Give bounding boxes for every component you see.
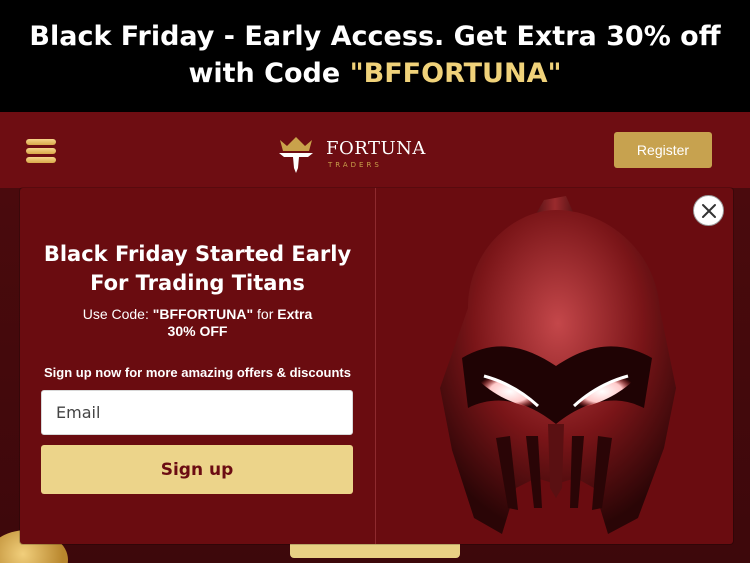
signup-note: Sign up now for more amazing offers & di… <box>44 365 351 380</box>
signup-modal: Black Friday Started Early For Trading T… <box>20 188 733 544</box>
logo-subtitle: TRADERS <box>328 161 382 169</box>
modal-title-line2: For Trading Titans <box>90 271 305 295</box>
modal-form-panel: Black Friday Started Early For Trading T… <box>20 188 375 544</box>
promo-code: "BFFORTUNA" <box>349 58 562 89</box>
promo-banner: Black Friday - Early Access. Get Extra 3… <box>0 0 750 112</box>
register-button[interactable]: Register <box>614 132 712 168</box>
fortuna-logo[interactable]: FORTUNA TRADERS <box>276 134 426 174</box>
email-field[interactable] <box>41 390 353 435</box>
modal-title: Black Friday Started Early For Trading T… <box>20 240 375 298</box>
promo-code-line: Use Code: "BFFORTUNA" for Extra 30% OFF <box>70 306 325 340</box>
code-prefix: Use Code: <box>82 306 153 322</box>
close-icon <box>701 203 716 218</box>
modal-image-panel <box>376 188 733 544</box>
logo-name: FORTUNA <box>326 138 426 159</box>
spartan-helmet-image <box>440 196 676 534</box>
code-mid: for <box>253 306 278 322</box>
site-header: FORTUNA TRADERS Register <box>0 112 750 188</box>
code-value: "BFFORTUNA" <box>152 306 254 322</box>
signup-button[interactable]: Sign up <box>41 445 353 494</box>
hamburger-icon[interactable] <box>26 139 56 163</box>
close-button[interactable] <box>693 195 724 226</box>
crown-sword-icon <box>279 137 313 173</box>
modal-title-line1: Black Friday Started Early <box>43 242 352 266</box>
